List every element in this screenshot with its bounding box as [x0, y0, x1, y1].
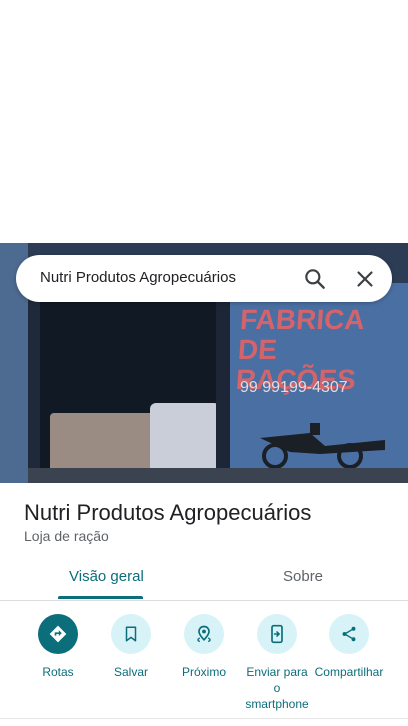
share-button[interactable]: Compartilhar — [309, 612, 389, 680]
nearby-icon — [197, 625, 211, 643]
send-to-phone-button[interactable]: Enviar para o smartphone — [243, 612, 311, 712]
save-button[interactable]: Salvar — [91, 612, 171, 680]
photo-phone-number: 99 99199-4307 — [240, 379, 348, 396]
motorcycle-icon — [260, 423, 385, 468]
tab-about[interactable]: Sobre — [283, 568, 323, 585]
map-empty-area — [0, 0, 408, 243]
nearby-label: Próximo — [181, 665, 226, 679]
nearby-button[interactable]: Próximo — [164, 612, 244, 680]
search-icon[interactable] — [302, 266, 328, 292]
save-circle — [111, 614, 151, 654]
tab-overview[interactable]: Visão geral — [69, 568, 144, 585]
place-category: Loja de ração — [24, 528, 109, 544]
photo-floor — [28, 468, 408, 483]
photo-pillar — [28, 283, 40, 483]
save-label: Salvar — [113, 665, 148, 679]
photo-door-frame — [216, 283, 230, 473]
close-icon[interactable] — [352, 266, 378, 292]
send-to-phone-icon — [271, 624, 283, 644]
directions-button[interactable]: Rotas — [18, 612, 98, 680]
share-circle — [329, 614, 369, 654]
photo-white-bags — [150, 403, 220, 473]
nearby-circle — [184, 614, 224, 654]
search-query[interactable]: Nutri Produtos Agropecuários — [40, 269, 236, 286]
action-row: Rotas Salvar Próximo Enviar para o smart… — [0, 612, 408, 712]
place-title: Nutri Produtos Agropecuários — [24, 500, 312, 525]
tab-selected-indicator — [58, 596, 143, 599]
share-icon — [342, 626, 356, 642]
directions-icon — [49, 625, 67, 643]
send-to-phone-circle — [257, 614, 297, 654]
bookmark-icon — [125, 626, 137, 642]
send-to-phone-label: Enviar para o smartphone — [245, 665, 309, 711]
directions-circle — [38, 614, 78, 654]
directions-label: Rotas — [42, 665, 74, 679]
divider — [0, 718, 408, 719]
search-bar[interactable]: Nutri Produtos Agropecuários — [16, 255, 392, 302]
share-label: Compartilhar — [314, 665, 384, 679]
place-tabs: Visão geral Sobre — [0, 556, 408, 601]
